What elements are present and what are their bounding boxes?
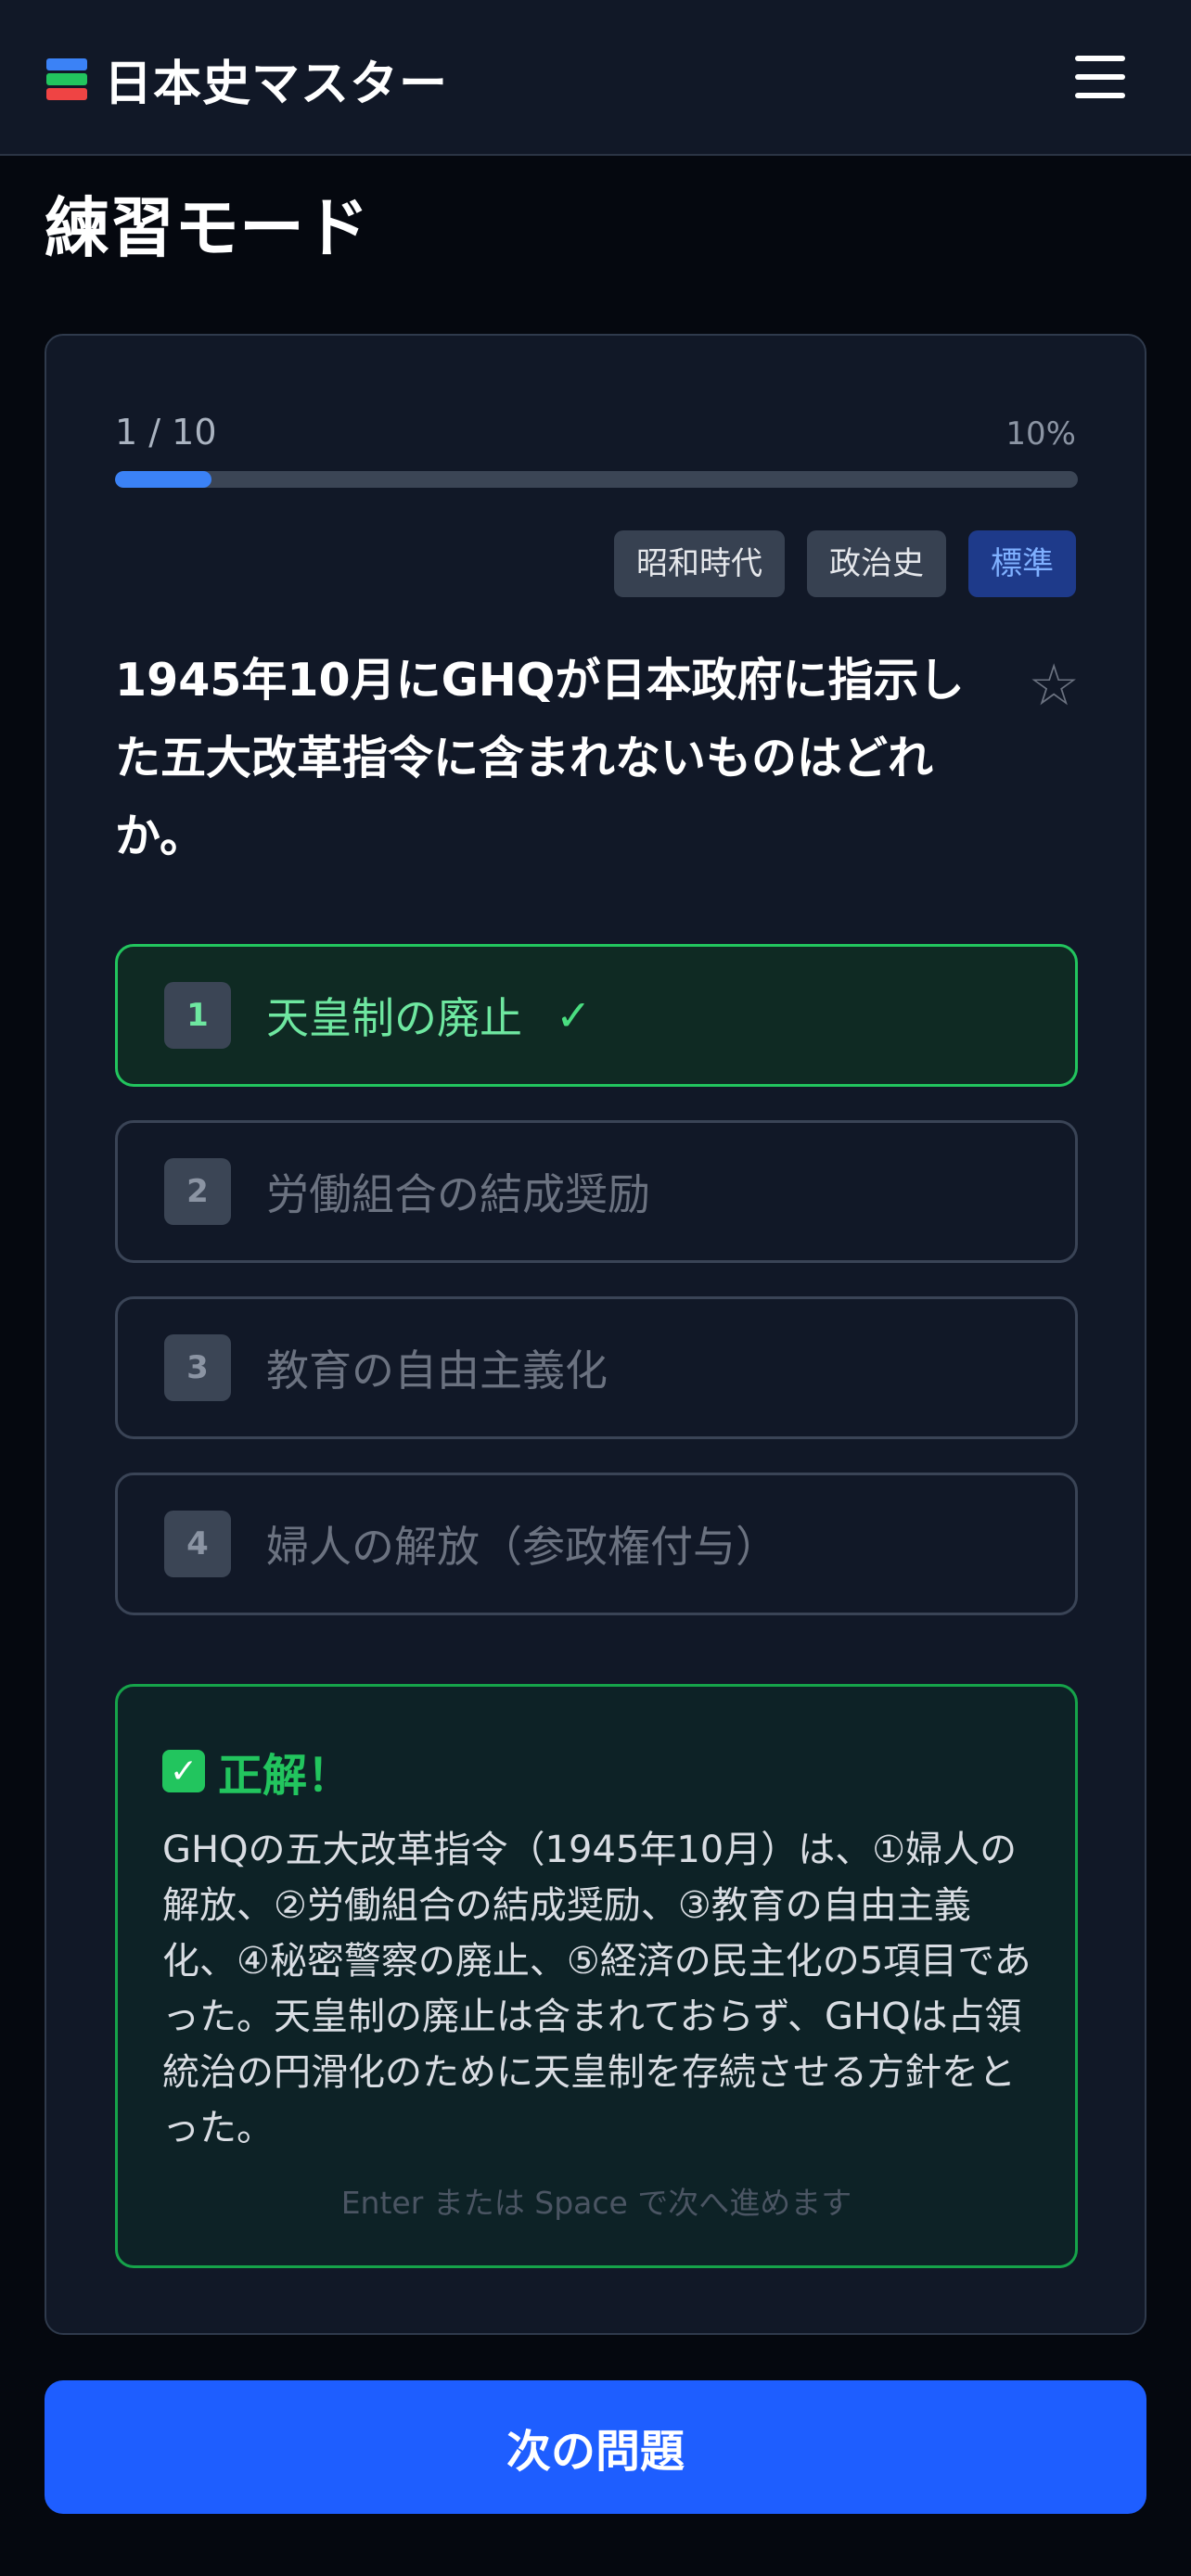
page-title: 練習モード [45, 190, 369, 266]
option-number: 3 [164, 1334, 231, 1401]
question-text: 1945年10月にGHQが日本政府に指示した五大改革指令に含まれないものはどれか… [115, 654, 965, 862]
feedback-label: 正解！ [218, 1750, 352, 1802]
star-outline-icon[interactable]: ☆ [1028, 651, 1080, 719]
progress-count: 1 / 10 [115, 412, 217, 453]
feedback-header: ✓ 正解！ [162, 1739, 352, 1804]
answer-feedback: ✓ 正解！ GHQの五大改革指令（1945年10月）は、①婦人の解放、②労働組合… [115, 1684, 1078, 2268]
progress-percent: 10% [1005, 415, 1076, 453]
option-text: 天皇制の廃止 [266, 993, 522, 1043]
check-mark-icon: ✓ [162, 1750, 205, 1792]
keyboard-hint: Enter または Space で次へ進めます [340, 2185, 852, 2221]
app-title: 日本史マスター [104, 57, 449, 112]
quiz-card: 1 / 10 10% 昭和時代 政治史 標準 1945年10月にGHQが日本政府… [45, 334, 1146, 2335]
option-text: 婦人の解放（参政権付与） [266, 1522, 778, 1572]
progress-bar [115, 471, 1078, 488]
question-tags: 昭和時代 政治史 標準 [614, 530, 1076, 597]
option-number: 1 [164, 982, 231, 1049]
option-text: 教育の自由主義化 [266, 1345, 608, 1396]
option-text: 労働組合の結成奨励 [266, 1169, 650, 1219]
books-icon [46, 55, 89, 105]
option-3[interactable]: 3 教育の自由主義化 [115, 1296, 1078, 1439]
option-number: 4 [164, 1511, 231, 1577]
next-question-button[interactable]: 次の問題 [45, 2380, 1146, 2514]
option-1[interactable]: 1 天皇制の廃止 ✓ [115, 944, 1078, 1087]
option-4[interactable]: 4 婦人の解放（参政権付与） [115, 1473, 1078, 1615]
checkmark-icon: ✓ [556, 990, 592, 1040]
option-2[interactable]: 2 労働組合の結成奨励 [115, 1120, 1078, 1263]
option-number: 2 [164, 1158, 231, 1225]
feedback-explanation: GHQの五大改革指令（1945年10月）は、①婦人の解放、②労働組合の結成奨励、… [162, 1829, 1031, 2149]
hamburger-menu-icon[interactable] [1072, 54, 1128, 100]
tag-era: 昭和時代 [614, 530, 785, 597]
brand[interactable]: 日本史マスター [46, 45, 448, 114]
app-header: 日本史マスター [0, 0, 1191, 156]
tag-category: 政治史 [807, 530, 946, 597]
progress-bar-fill [115, 471, 211, 488]
tag-difficulty: 標準 [968, 530, 1076, 597]
